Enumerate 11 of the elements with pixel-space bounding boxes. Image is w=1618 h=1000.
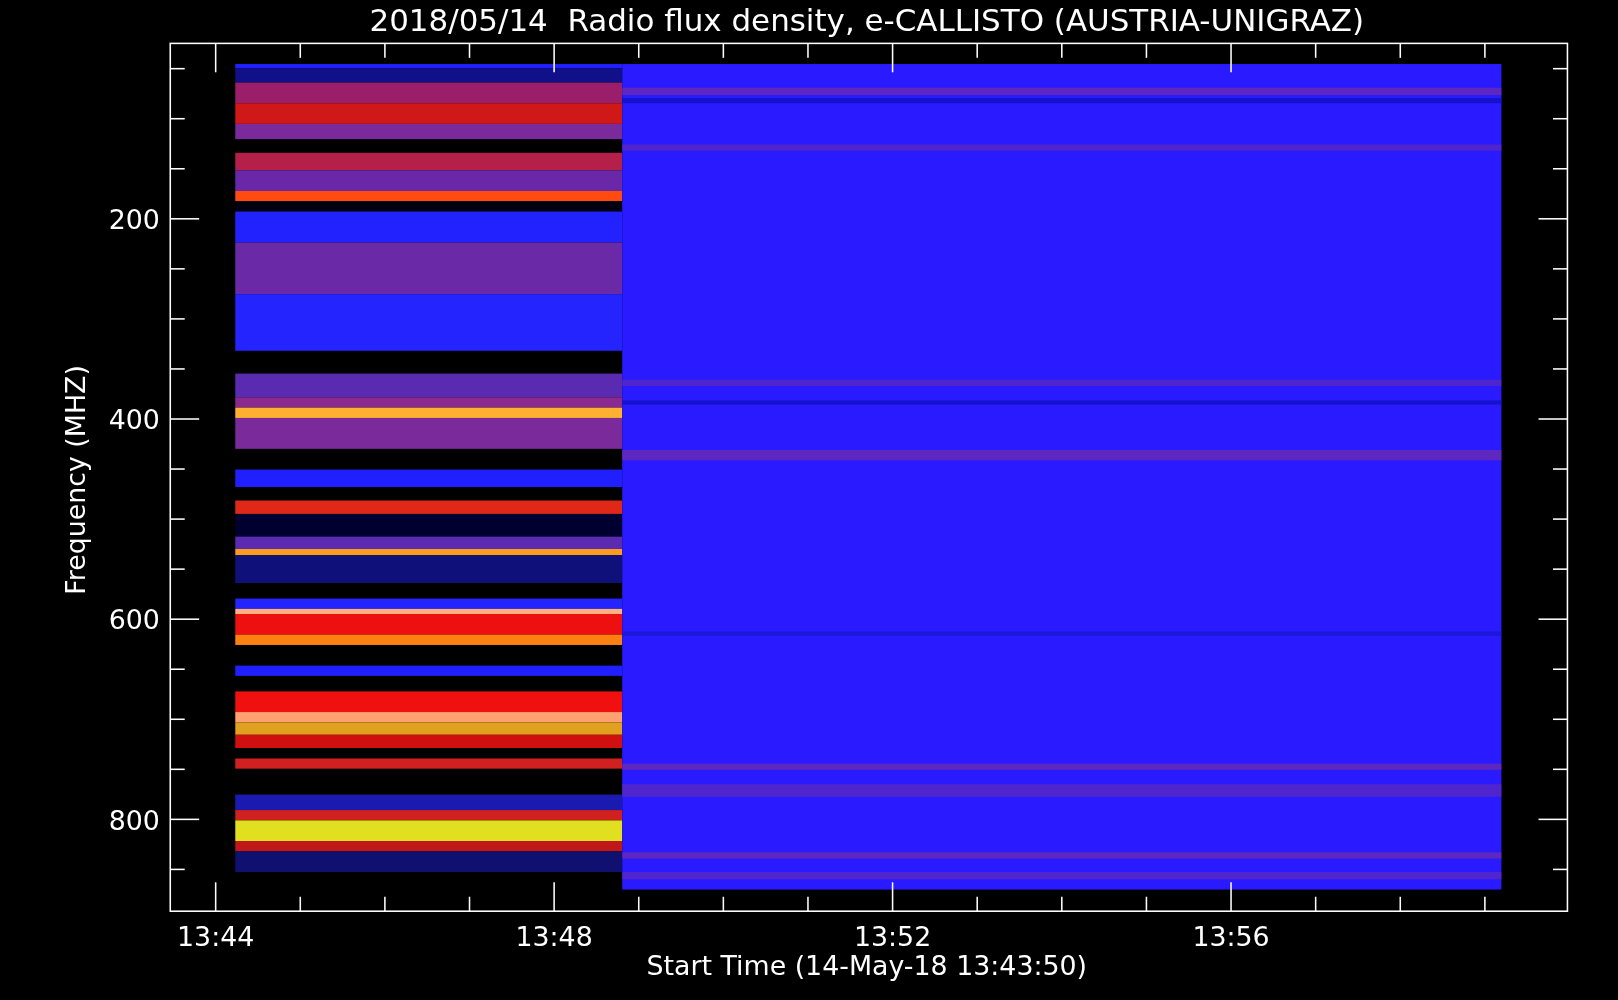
x-tick-label: 13:52 [853,921,932,953]
x-axis-label: Start Time (14-May-18 13:43:50) [646,950,1088,982]
x-tick-label: 13:48 [515,921,593,953]
y-tick-label: 600 [108,604,160,636]
chart-title: 2018/05/14 Radio flux density, e-CALLISTO (AUSTRIA-UNIGRAZ) [369,2,1365,38]
x-tick-label: 13:56 [1192,921,1270,953]
y-tick-label: 200 [108,204,160,236]
y-axis-label: Frequency (MHZ) [59,365,91,595]
y-tick-label: 800 [108,804,160,836]
x-tick-label: 13:44 [177,921,255,953]
y-tick-label: 400 [108,404,160,436]
